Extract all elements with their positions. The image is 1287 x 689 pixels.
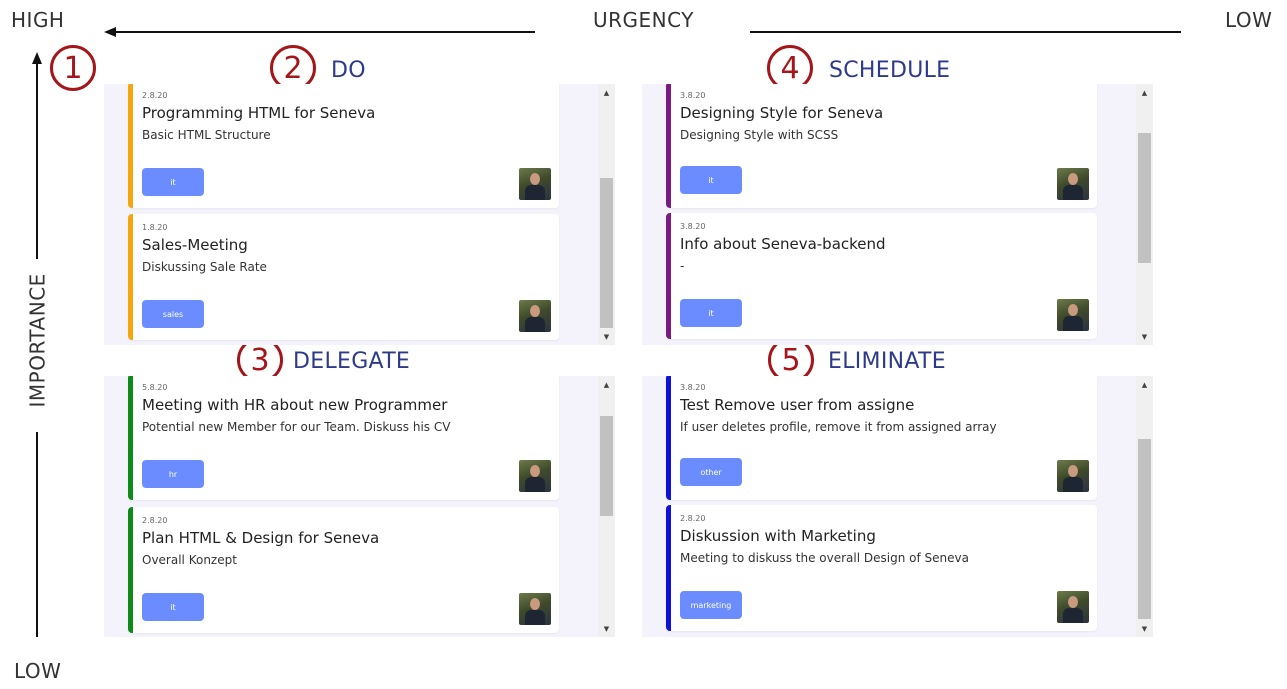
scrollbar-thumb[interactable] bbox=[600, 416, 613, 516]
quadrant-do[interactable]: 2.8.20 Programming HTML for Seneva Basic… bbox=[104, 84, 615, 345]
task-tag-button[interactable]: marketing bbox=[680, 591, 742, 619]
chevron-up-icon[interactable]: ▲ bbox=[598, 84, 615, 101]
scrollbar[interactable]: ▲ ▼ bbox=[1136, 84, 1153, 345]
axis-importance-label: IMPORTANCE bbox=[25, 273, 50, 408]
user-avatar[interactable] bbox=[1057, 168, 1089, 200]
chevron-down-icon[interactable]: ▼ bbox=[598, 328, 615, 345]
task-description: If user deletes profile, remove it from … bbox=[680, 420, 997, 434]
quadrant-delegate[interactable]: 5.8.20 Meeting with HR about new Program… bbox=[104, 376, 615, 637]
task-description: Basic HTML Structure bbox=[142, 128, 271, 142]
task-date: 3.8.20 bbox=[680, 383, 706, 392]
task-description: Designing Style with SCSS bbox=[680, 128, 839, 142]
task-card[interactable]: 5.8.20 Meeting with HR about new Program… bbox=[128, 376, 559, 500]
task-tag-button[interactable]: it bbox=[142, 593, 204, 621]
task-card[interactable]: 2.8.20 Programming HTML for Seneva Basic… bbox=[128, 84, 559, 208]
task-tag-button[interactable]: sales bbox=[142, 300, 204, 328]
task-card[interactable]: 2.8.20 Plan HTML & Design for Seneva Ove… bbox=[128, 507, 559, 633]
urgency-line-right bbox=[750, 31, 1181, 33]
axis-urgency-label: URGENCY bbox=[593, 8, 694, 32]
user-avatar[interactable] bbox=[1057, 460, 1089, 492]
task-description: Diskussing Sale Rate bbox=[142, 260, 267, 274]
quadrant-schedule[interactable]: 3.8.20 Designing Style for Seneva Design… bbox=[642, 84, 1153, 345]
task-tag-button[interactable]: other bbox=[680, 458, 742, 486]
chevron-down-icon[interactable]: ▼ bbox=[598, 620, 615, 637]
task-title: Designing Style for Seneva bbox=[680, 104, 884, 122]
chevron-up-icon[interactable]: ▲ bbox=[598, 376, 615, 393]
task-tag-button[interactable]: it bbox=[680, 299, 742, 327]
scrollbar-thumb[interactable] bbox=[600, 178, 613, 328]
task-tag-button[interactable]: it bbox=[142, 168, 204, 196]
axis-high-label: HIGH bbox=[11, 8, 65, 32]
quadrant-title-schedule: SCHEDULE bbox=[829, 58, 951, 83]
quadrant-title-eliminate: ELIMINATE bbox=[828, 349, 946, 374]
task-tag-button[interactable]: it bbox=[680, 166, 742, 194]
task-description: Potential new Member for our Team. Disku… bbox=[142, 420, 451, 434]
task-card[interactable]: 3.8.20 Designing Style for Seneva Design… bbox=[666, 84, 1097, 208]
quadrant-title-do: DO bbox=[331, 58, 366, 83]
task-title: Diskussion with Marketing bbox=[680, 527, 876, 545]
chevron-down-icon[interactable]: ▼ bbox=[1136, 620, 1153, 637]
badge-1: 1 bbox=[50, 45, 96, 91]
task-date: 1.8.20 bbox=[142, 223, 168, 232]
scrollbar[interactable]: ▲ ▼ bbox=[598, 84, 615, 345]
axis-low-bottom-label: LOW bbox=[14, 659, 62, 683]
scrollbar-thumb[interactable] bbox=[1138, 133, 1151, 263]
axis-low-top-label: LOW bbox=[1225, 8, 1273, 32]
quadrant-eliminate[interactable]: 3.8.20 Test Remove user from assigne If … bbox=[642, 376, 1153, 637]
chevron-up-icon[interactable]: ▲ bbox=[1136, 84, 1153, 101]
chevron-up-icon[interactable]: ▲ bbox=[1136, 376, 1153, 393]
user-avatar[interactable] bbox=[519, 300, 551, 332]
importance-arrow-line bbox=[36, 62, 38, 259]
task-description: Overall Konzept bbox=[142, 553, 237, 567]
task-date: 2.8.20 bbox=[680, 514, 706, 523]
task-title: Test Remove user from assigne bbox=[680, 396, 915, 414]
user-avatar[interactable] bbox=[519, 593, 551, 625]
task-card[interactable]: 2.8.20 Diskussion with Marketing Meeting… bbox=[666, 505, 1097, 631]
user-avatar[interactable] bbox=[1057, 299, 1089, 331]
user-avatar[interactable] bbox=[1057, 591, 1089, 623]
task-date: 3.8.20 bbox=[680, 222, 706, 231]
task-title: Plan HTML & Design for Seneva bbox=[142, 529, 380, 547]
task-card[interactable]: 1.8.20 Sales-Meeting Diskussing Sale Rat… bbox=[128, 214, 559, 340]
task-date: 5.8.20 bbox=[142, 383, 168, 392]
task-date: 2.8.20 bbox=[142, 516, 168, 525]
task-date: 3.8.20 bbox=[680, 91, 706, 100]
task-description: - bbox=[680, 259, 685, 273]
task-title: Sales-Meeting bbox=[142, 236, 248, 254]
scrollbar[interactable]: ▲ ▼ bbox=[598, 376, 615, 637]
quadrant-title-delegate: DELEGATE bbox=[293, 349, 411, 374]
scrollbar-thumb[interactable] bbox=[1138, 439, 1151, 619]
urgency-arrow-line bbox=[114, 31, 535, 33]
task-card[interactable]: 3.8.20 Info about Seneva-backend - it bbox=[666, 213, 1097, 339]
chevron-down-icon[interactable]: ▼ bbox=[1136, 328, 1153, 345]
scrollbar[interactable]: ▲ ▼ bbox=[1136, 376, 1153, 637]
task-card[interactable]: 3.8.20 Test Remove user from assigne If … bbox=[666, 376, 1097, 500]
user-avatar[interactable] bbox=[519, 460, 551, 492]
task-tag-button[interactable]: hr bbox=[142, 460, 204, 488]
task-title: Meeting with HR about new Programmer bbox=[142, 396, 448, 414]
task-title: Info about Seneva-backend bbox=[680, 235, 886, 253]
task-title: Programming HTML for Seneva bbox=[142, 104, 376, 122]
importance-line-bottom bbox=[36, 432, 38, 637]
user-avatar[interactable] bbox=[519, 168, 551, 200]
task-description: Meeting to diskuss the overall Design of… bbox=[680, 551, 969, 565]
task-date: 2.8.20 bbox=[142, 91, 168, 100]
